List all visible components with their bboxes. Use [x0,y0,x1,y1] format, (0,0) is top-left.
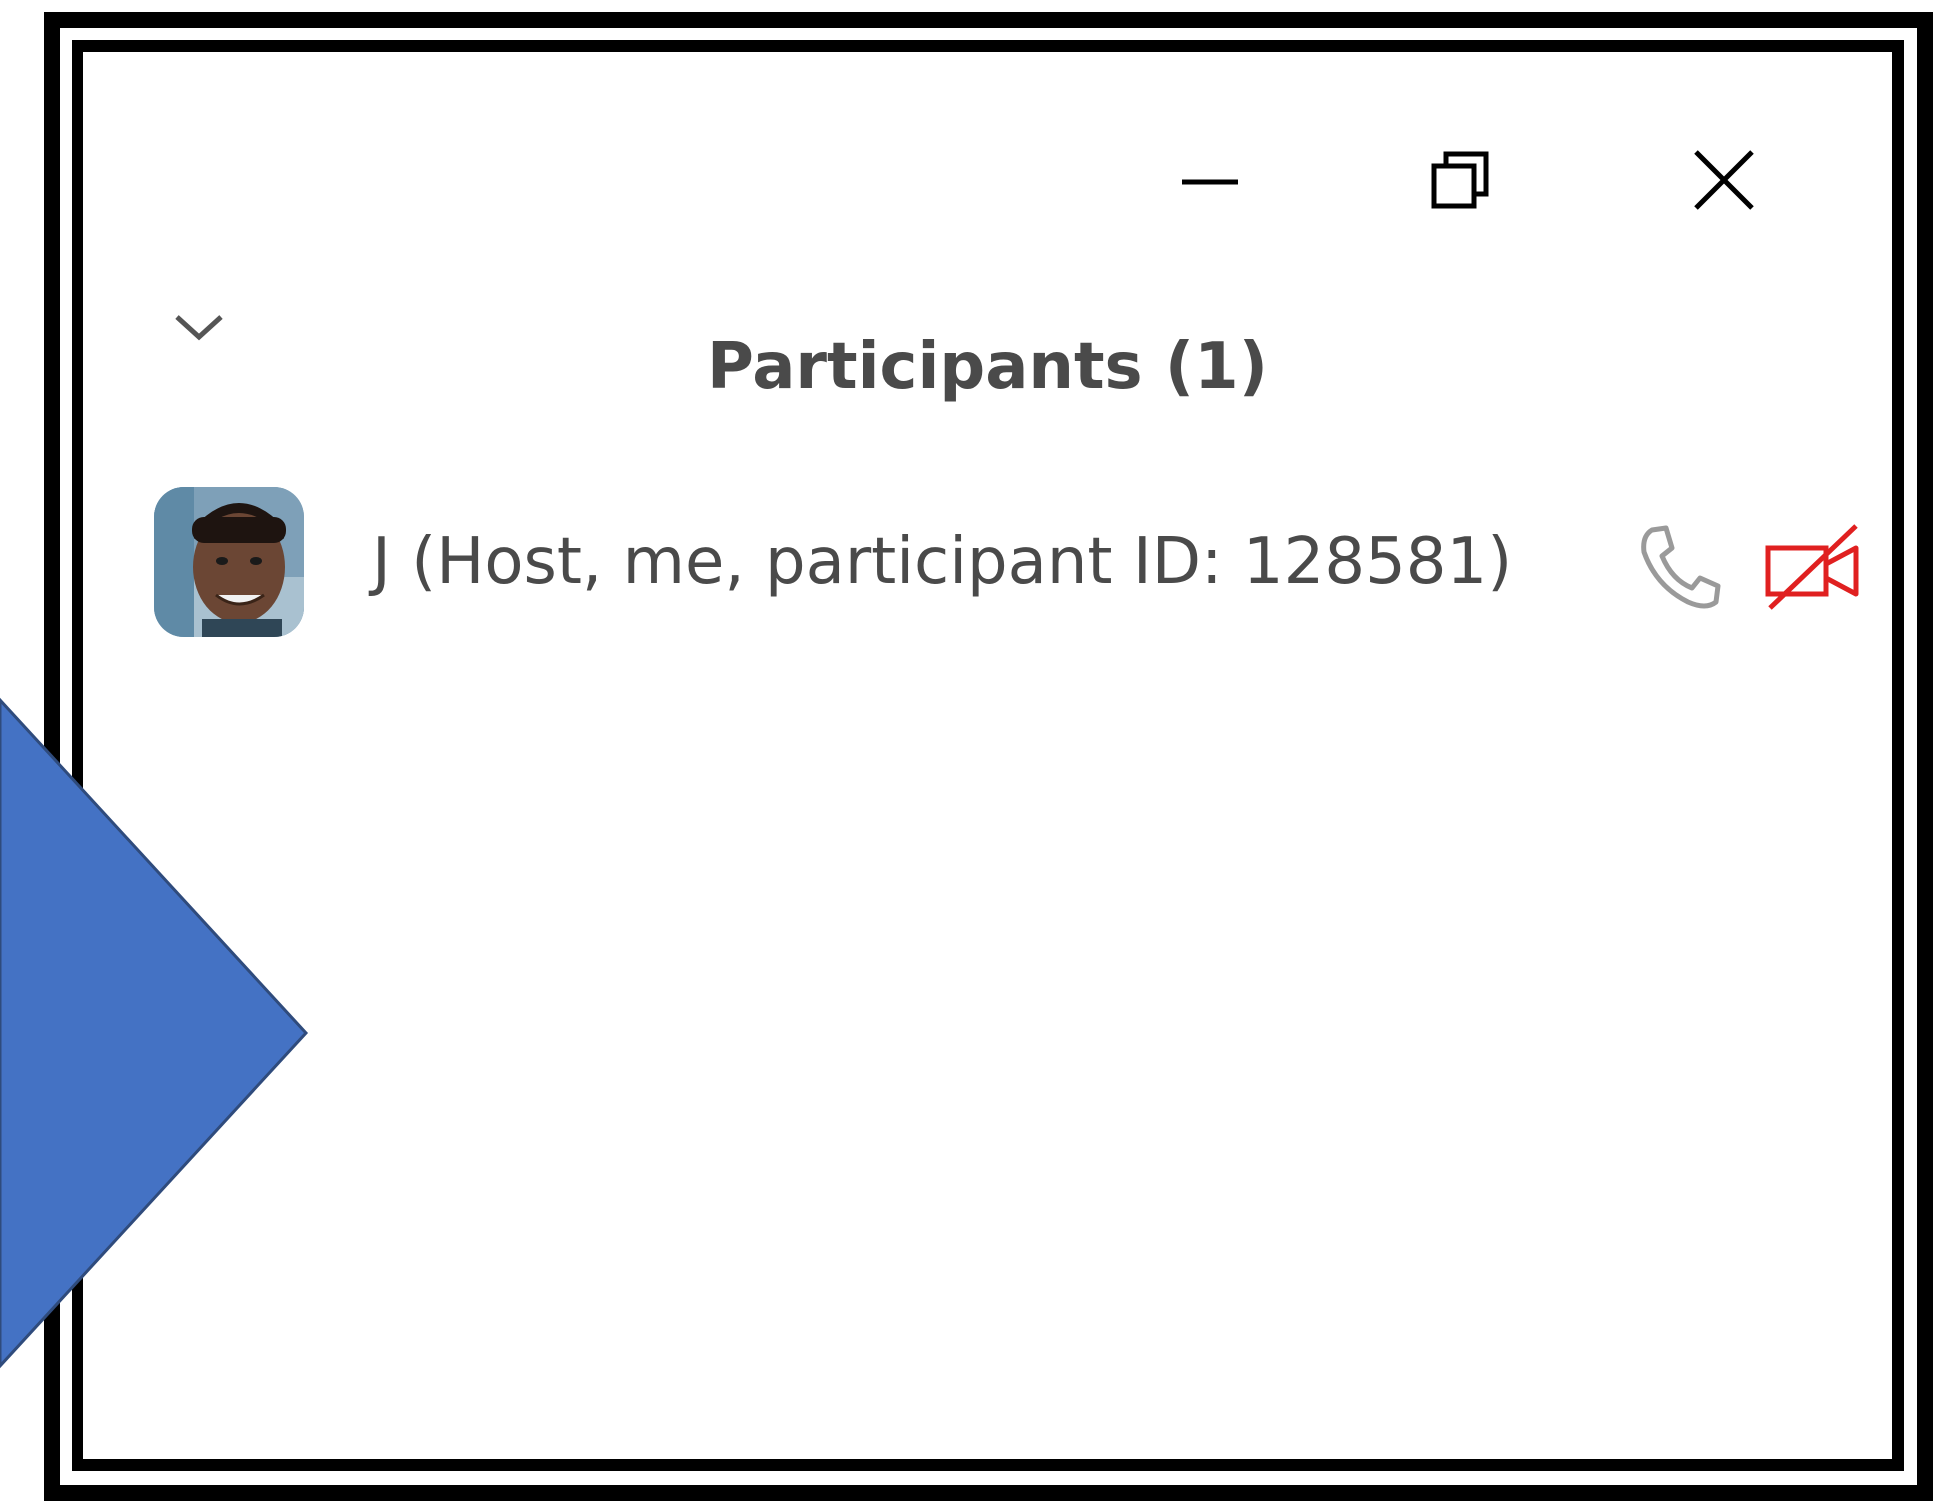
participant-row[interactable]: J (Host, me, participant ID: 128581) [154,482,1859,642]
restore-icon [1428,148,1492,212]
phone-icon[interactable] [1634,522,1724,612]
close-icon [1692,148,1756,212]
video-off-icon[interactable] [1764,522,1864,612]
minimize-icon [1180,150,1240,210]
close-button[interactable] [1674,120,1774,240]
panel-title: Participants (1) [707,330,1268,404]
avatar [154,487,304,637]
participants-window: Participants (1) J (Host, me, participan… [94,62,1881,1447]
participant-name: J (Host, me, participant ID: 128581) [372,525,1513,599]
restore-button[interactable] [1410,120,1510,240]
minimize-button[interactable] [1160,120,1260,240]
